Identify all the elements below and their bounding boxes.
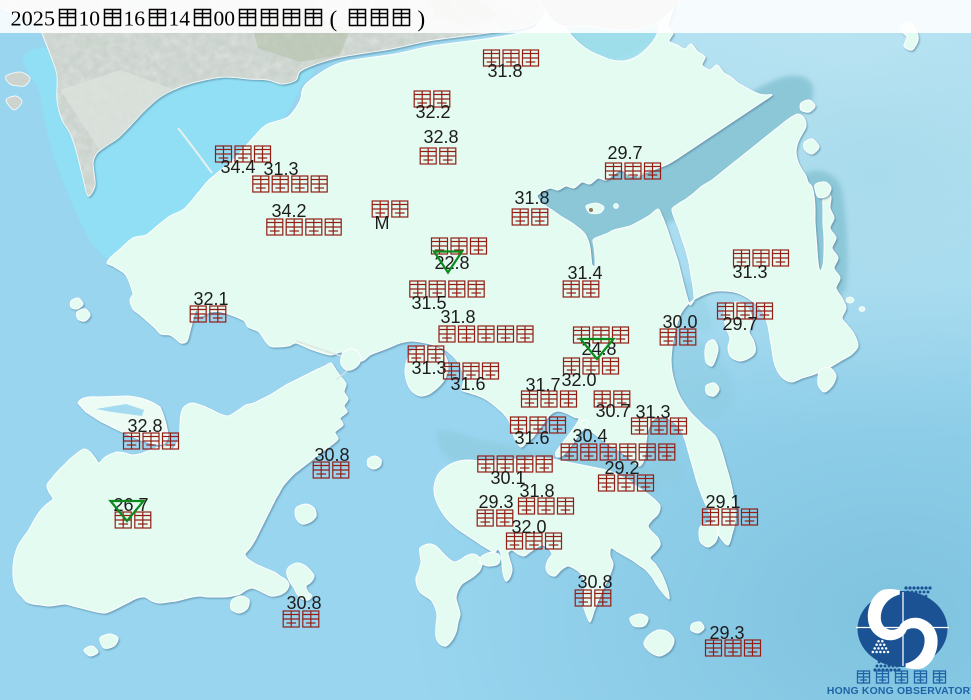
svg-text:29.7: 29.7 bbox=[607, 143, 642, 163]
svg-text:30.8: 30.8 bbox=[286, 593, 321, 613]
svg-text:34.4: 34.4 bbox=[220, 157, 255, 177]
svg-text:32.8: 32.8 bbox=[423, 127, 458, 147]
svg-text:31.8: 31.8 bbox=[440, 307, 475, 327]
svg-text:32.0: 32.0 bbox=[561, 370, 596, 390]
svg-text:31.8: 31.8 bbox=[514, 188, 549, 208]
svg-text:30.8: 30.8 bbox=[577, 572, 612, 592]
svg-text:29.3: 29.3 bbox=[478, 492, 513, 512]
svg-text:22.8: 22.8 bbox=[434, 253, 469, 273]
svg-text:30.4: 30.4 bbox=[572, 426, 607, 446]
svg-text:34.2: 34.2 bbox=[271, 201, 306, 221]
svg-text:10: 10 bbox=[79, 7, 101, 31]
svg-text:30.7: 30.7 bbox=[595, 401, 630, 421]
svg-text:30.0: 30.0 bbox=[662, 312, 697, 332]
svg-text:29.1: 29.1 bbox=[705, 492, 740, 512]
svg-text:00: 00 bbox=[214, 7, 236, 31]
svg-text:32.1: 32.1 bbox=[193, 289, 228, 309]
svg-text:32.2: 32.2 bbox=[415, 102, 450, 122]
svg-text:32.8: 32.8 bbox=[127, 416, 162, 436]
svg-text:14: 14 bbox=[169, 7, 191, 31]
svg-text:32.0: 32.0 bbox=[511, 517, 546, 537]
svg-text:29.2: 29.2 bbox=[604, 458, 639, 478]
svg-text:31.8: 31.8 bbox=[519, 481, 554, 501]
svg-text:): ) bbox=[418, 7, 426, 32]
svg-text:31.6: 31.6 bbox=[450, 374, 485, 394]
svg-text:31.6: 31.6 bbox=[514, 428, 549, 448]
svg-text:30.8: 30.8 bbox=[314, 445, 349, 465]
svg-text:HONG KONG OBSERVATORY: HONG KONG OBSERVATORY bbox=[827, 686, 971, 697]
svg-text:31.3: 31.3 bbox=[732, 262, 767, 282]
svg-text:31.3: 31.3 bbox=[263, 159, 298, 179]
svg-text:2025: 2025 bbox=[11, 7, 56, 31]
svg-text:31.4: 31.4 bbox=[567, 263, 602, 283]
svg-text:16: 16 bbox=[124, 7, 146, 31]
svg-text:31.3: 31.3 bbox=[411, 358, 446, 378]
svg-text:29.3: 29.3 bbox=[709, 623, 744, 643]
svg-text:31.8: 31.8 bbox=[487, 61, 522, 81]
svg-text:29.7: 29.7 bbox=[722, 314, 757, 334]
svg-text:M: M bbox=[375, 213, 390, 233]
svg-text:31.7: 31.7 bbox=[525, 375, 560, 395]
svg-text:31.3: 31.3 bbox=[635, 402, 670, 422]
svg-text:(: ( bbox=[330, 7, 338, 32]
